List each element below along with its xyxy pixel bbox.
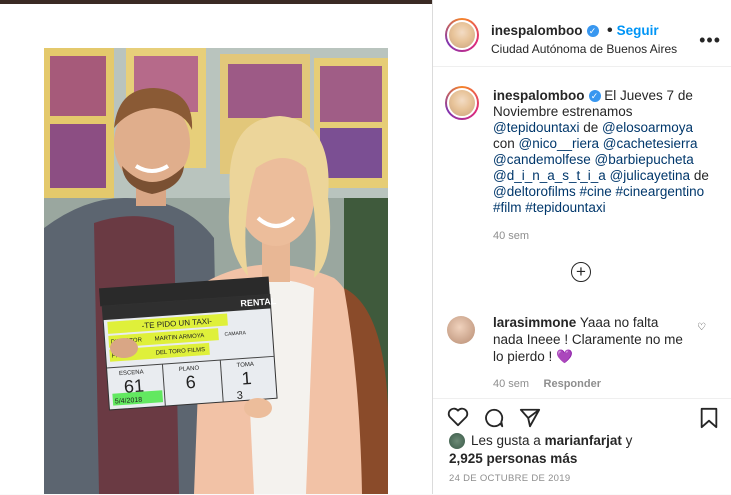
likes-summary: Les gusta a marianfarjat y 2,925 persona… bbox=[449, 432, 632, 468]
caption-tag-link[interactable]: #film bbox=[493, 200, 522, 215]
caption-text-segment: con bbox=[493, 136, 519, 151]
comment-bubble-icon[interactable] bbox=[483, 407, 505, 434]
caption-text-segment: de bbox=[690, 168, 709, 183]
caption-tag-link[interactable]: @tepidountaxi bbox=[493, 120, 580, 135]
caption-tag-link[interactable]: @elosoarmoya bbox=[602, 120, 693, 135]
caption-avatar[interactable] bbox=[445, 86, 479, 120]
post-photo[interactable]: RENTAL -TE PIDO UN TAXI- DIRECTOR MARTIN… bbox=[44, 48, 388, 494]
load-more-comments-icon[interactable]: + bbox=[571, 262, 591, 282]
commenter-avatar[interactable] bbox=[447, 316, 475, 344]
comment-text-line3: lo pierdo ! bbox=[493, 349, 553, 364]
verified-badge-icon: ✓ bbox=[586, 24, 599, 37]
caption-tag-link[interactable]: #cine bbox=[580, 184, 612, 199]
author-username[interactable]: inespalomboo bbox=[491, 23, 583, 38]
post-side-panel: inespalomboo ✓ • Seguir Ciudad Autónoma de… bbox=[433, 0, 731, 494]
like-heart-icon[interactable] bbox=[447, 407, 469, 432]
clapper-toma: 1 bbox=[241, 368, 252, 389]
caption-text: El Jueves 7 de Noviembre estrenamos @tepid… bbox=[493, 88, 709, 215]
caption-tag-link[interactable]: @d_i_n_a_s_t_i_a bbox=[493, 168, 606, 183]
author-line: inespalomboo ✓ • Seguir bbox=[491, 22, 659, 40]
caption-text-segment: de bbox=[579, 120, 603, 135]
caption-tag-link[interactable]: @barbiepucheta bbox=[595, 152, 694, 167]
likes-prefix: Les gusta a bbox=[471, 433, 545, 448]
post-photo-illustration: RENTAL -TE PIDO UN TAXI- DIRECTOR MARTIN… bbox=[44, 48, 388, 494]
caption-timestamp[interactable]: 40 sem bbox=[493, 230, 529, 242]
follow-button[interactable]: Seguir bbox=[617, 23, 659, 38]
caption-text-segment: El Jueves 7 de bbox=[604, 88, 693, 103]
location-link[interactable]: Ciudad Autónoma de Buenos Aires bbox=[491, 42, 677, 56]
post-header: inespalomboo ✓ • Seguir Ciudad Autónoma de… bbox=[433, 4, 731, 67]
share-send-icon[interactable] bbox=[519, 407, 541, 434]
clapper-plano: 6 bbox=[185, 372, 196, 393]
clapper-sound: 3 bbox=[236, 390, 243, 402]
caption-tag-link[interactable]: #cineargentino bbox=[616, 184, 705, 199]
likes-suffix: y bbox=[621, 433, 633, 448]
liker-username[interactable]: marianfarjat bbox=[545, 433, 622, 448]
dot-separator: • bbox=[606, 22, 613, 39]
comment-like-icon[interactable]: ♡ bbox=[697, 322, 706, 333]
caption-tag-link[interactable]: @julicayetina bbox=[610, 168, 691, 183]
comment-timestamp[interactable]: 40 sem bbox=[493, 378, 529, 390]
reply-button[interactable]: Responder bbox=[544, 378, 601, 390]
caption-tag-link[interactable]: @nico__riera bbox=[519, 136, 600, 151]
caption-text-segment: Noviembre estrenamos bbox=[493, 104, 633, 119]
comment-meta: 40 sem Responder bbox=[493, 374, 601, 392]
caption-tag-link[interactable]: @deltorofilms bbox=[493, 184, 576, 199]
liker-avatar bbox=[449, 433, 465, 450]
caption-verified-icon: ✓ bbox=[588, 90, 601, 103]
comment-emoji: 💜 bbox=[556, 349, 573, 364]
caption-body: inespalomboo ✓ El Jueves 7 de Noviembre es… bbox=[493, 88, 723, 216]
commenter-username[interactable]: larasimmone bbox=[493, 315, 576, 330]
comment-body: larasimmone Yaaa no falta nada Ineee ! C… bbox=[493, 314, 693, 365]
caption-tag-link[interactable]: @cachetesierra bbox=[603, 136, 698, 151]
post-actions: Les gusta a marianfarjat y 2,925 persona… bbox=[433, 398, 731, 495]
save-bookmark-icon[interactable] bbox=[699, 407, 719, 434]
clapper-escena: 61 bbox=[123, 375, 144, 396]
comment-text-line1: Yaaa no falta bbox=[579, 315, 659, 330]
author-avatar[interactable] bbox=[445, 18, 479, 52]
post-date[interactable]: 24 DE OCTUBRE DE 2019 bbox=[449, 473, 570, 484]
comment-text-line2: nada Ineee ! Claramente no me bbox=[493, 332, 683, 347]
caption-tag-link[interactable]: @candemolfese bbox=[493, 152, 591, 167]
caption-tag-link[interactable]: #tepidountaxi bbox=[525, 200, 605, 215]
more-options-icon[interactable]: ••• bbox=[699, 30, 721, 51]
caption-username[interactable]: inespalomboo bbox=[493, 88, 585, 103]
likes-count[interactable]: 2,925 personas más bbox=[449, 451, 577, 466]
